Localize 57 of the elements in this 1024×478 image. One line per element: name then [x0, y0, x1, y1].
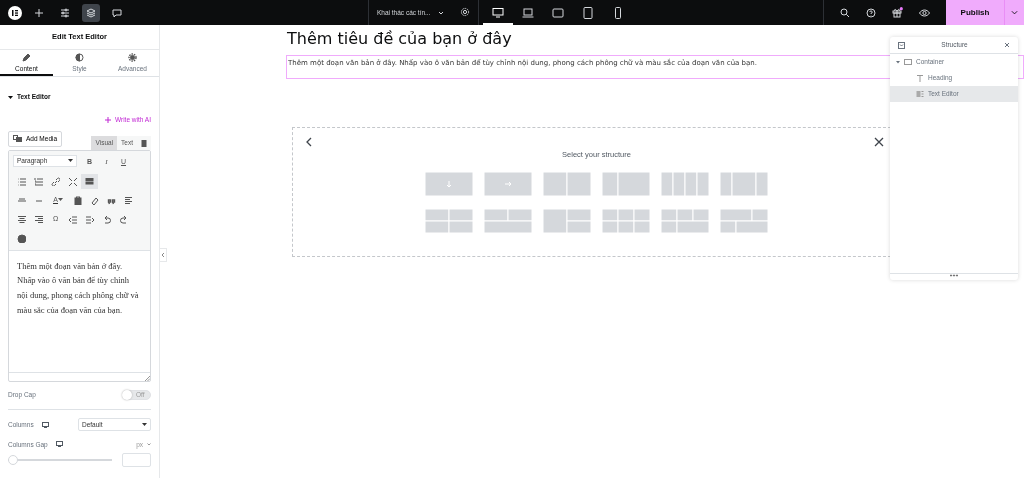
eraser-icon[interactable] [90, 195, 99, 205]
heading-icon [916, 74, 924, 82]
toolbar-icon[interactable] [141, 139, 147, 147]
chevron-down-icon [1011, 9, 1018, 16]
container-icon [904, 58, 912, 66]
collapse-icon[interactable] [898, 41, 905, 49]
close-icon[interactable] [874, 136, 884, 147]
chevron-down-icon [147, 442, 151, 446]
toolbar-toggle-icon[interactable] [85, 176, 94, 186]
heading-text[interactable]: Thêm tiêu đề của bạn ở đây [287, 27, 512, 51]
caret-icon [142, 422, 147, 427]
sparkle-icon [105, 116, 111, 123]
redo-icon[interactable] [119, 214, 128, 224]
desktop-icon[interactable] [41, 421, 49, 428]
resize-handle-icon[interactable] [145, 375, 150, 381]
gift-icon[interactable] [892, 7, 903, 18]
tablet-landscape-icon[interactable] [552, 6, 565, 19]
close-icon[interactable] [1004, 42, 1010, 48]
logo-icon[interactable] [8, 5, 22, 20]
laptop-icon[interactable] [522, 6, 535, 19]
search-icon[interactable] [840, 7, 850, 18]
fullscreen-icon[interactable] [68, 176, 77, 186]
media-icon [13, 135, 22, 143]
contrast-icon [75, 52, 84, 62]
comment-icon[interactable] [112, 7, 122, 18]
link-icon[interactable] [51, 176, 60, 186]
outdent-icon[interactable] [68, 214, 77, 224]
settings-icon[interactable] [460, 7, 471, 18]
eye-icon[interactable] [919, 7, 930, 18]
back-icon[interactable] [305, 136, 313, 147]
desktop-icon[interactable] [55, 441, 63, 448]
add-icon[interactable] [34, 7, 44, 18]
resize-handle-icon[interactable] [950, 274, 958, 277]
desktop-icon[interactable] [492, 6, 505, 19]
align-right-icon[interactable] [34, 214, 43, 224]
align-left-icon[interactable] [124, 195, 133, 205]
caret-icon [896, 60, 900, 64]
slider-thumb[interactable] [8, 455, 18, 466]
indent-icon[interactable] [85, 214, 94, 224]
tablet-icon[interactable] [582, 6, 595, 19]
caret-icon [57, 198, 63, 202]
caret-icon [68, 158, 73, 163]
undo-icon[interactable] [102, 214, 111, 224]
chevron-down-icon [438, 9, 445, 16]
sliders-icon[interactable] [60, 7, 70, 18]
caret-icon [8, 94, 13, 100]
paste-text-icon[interactable] [73, 195, 82, 205]
gear-icon [128, 52, 137, 62]
layers-icon[interactable] [86, 7, 96, 18]
panel-collapse-handle[interactable] [160, 248, 167, 262]
paragraph-icon [916, 90, 924, 98]
pencil-icon [22, 52, 31, 62]
number-input[interactable] [122, 453, 151, 468]
editor-text[interactable]: Thêm một đoạn văn bản ở đây. Nhấp vào ô văn bản để tùy chỉnh nội dung, phong cách phông chữ và màu sắc của đoạn văn của bạn. [9, 249, 150, 372]
publish-button[interactable]: Publish [946, 0, 1004, 25]
align-center-icon[interactable] [17, 214, 26, 224]
chevron-left-icon [161, 252, 165, 258]
